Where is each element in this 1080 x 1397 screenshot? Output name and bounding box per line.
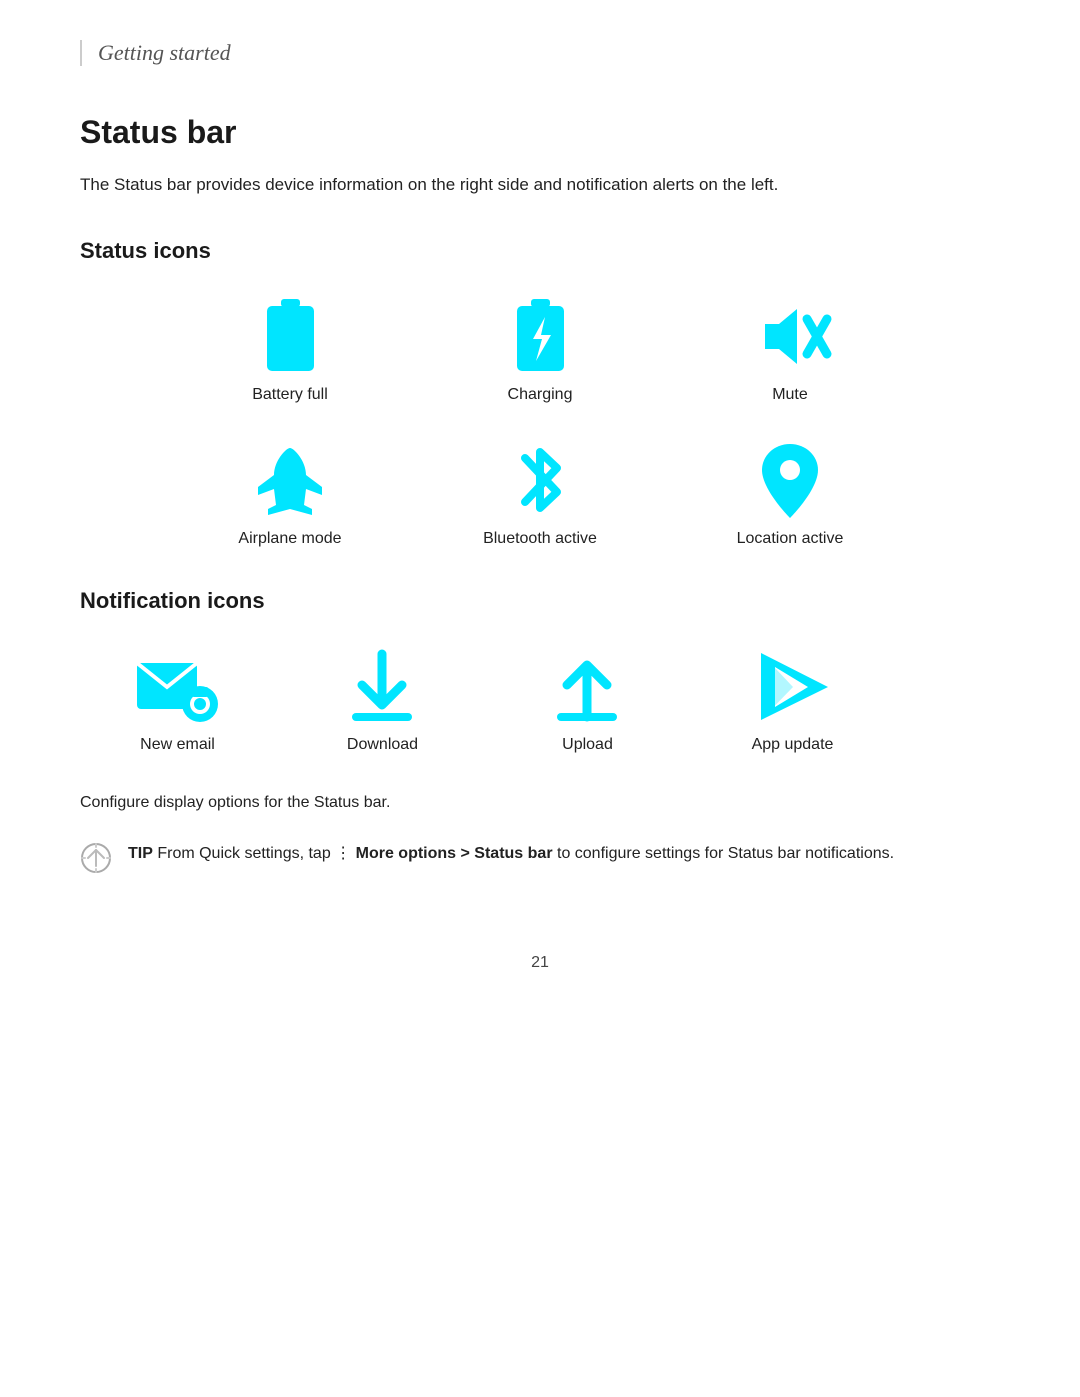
status-icon-airplane: Airplane mode xyxy=(185,440,395,548)
page-description: The Status bar provides device informati… xyxy=(80,171,1000,198)
app-update-label: App update xyxy=(752,736,834,754)
bluetooth-label: Bluetooth active xyxy=(483,530,597,548)
tip-text-2: to configure settings for Status bar not… xyxy=(553,845,895,862)
airplane-icon xyxy=(250,440,330,520)
mute-icon xyxy=(750,296,830,376)
notification-icons-row: New email Download Upload xyxy=(80,646,1000,778)
notification-icons-title: Notification icons xyxy=(80,588,1000,614)
status-icon-location: Location active xyxy=(685,440,895,548)
notif-icon-download: Download xyxy=(285,646,480,754)
charging-label: Charging xyxy=(508,386,573,404)
tip-icon xyxy=(80,842,112,874)
new-email-icon xyxy=(138,646,218,726)
upload-icon xyxy=(548,646,628,726)
mute-label: Mute xyxy=(772,386,808,404)
charging-icon xyxy=(500,296,580,376)
breadcrumb: Getting started xyxy=(80,40,1000,66)
battery-full-icon xyxy=(250,296,330,376)
notif-icon-app-update: App update xyxy=(695,646,890,754)
tip-paragraph: TIP From Quick settings, tap ⋮ More opti… xyxy=(128,840,894,867)
notif-icon-upload: Upload xyxy=(490,646,685,754)
status-icons-row-2: Airplane mode Bluetooth active Location … xyxy=(80,440,1000,572)
bluetooth-icon xyxy=(500,440,580,520)
tip-bold-text: More options > Status bar xyxy=(356,845,553,862)
configure-text: Configure display options for the Status… xyxy=(80,794,1000,812)
status-icons-title: Status icons xyxy=(80,238,1000,264)
status-icons-row-1: Battery full Charging Mut xyxy=(80,296,1000,428)
status-icon-battery-full: Battery full xyxy=(185,296,395,404)
location-icon xyxy=(750,440,830,520)
tip-dots: ⋮ xyxy=(335,845,355,862)
airplane-label: Airplane mode xyxy=(238,530,341,548)
download-icon xyxy=(343,646,423,726)
app-update-icon xyxy=(753,646,833,726)
tip-label: TIP xyxy=(128,845,153,862)
battery-full-label: Battery full xyxy=(252,386,328,404)
status-icon-charging: Charging xyxy=(435,296,645,404)
status-icon-mute: Mute xyxy=(685,296,895,404)
page-title: Status bar xyxy=(80,114,1000,151)
page-number: 21 xyxy=(80,954,1000,972)
status-icon-bluetooth: Bluetooth active xyxy=(435,440,645,548)
location-label: Location active xyxy=(737,530,844,548)
new-email-label: New email xyxy=(140,736,215,754)
download-label: Download xyxy=(347,736,418,754)
tip-box: TIP From Quick settings, tap ⋮ More opti… xyxy=(80,840,1000,874)
upload-label: Upload xyxy=(562,736,613,754)
breadcrumb-label: Getting started xyxy=(98,40,231,65)
notif-icon-new-email: New email xyxy=(80,646,275,754)
tip-text-1: From Quick settings, tap xyxy=(153,845,335,862)
